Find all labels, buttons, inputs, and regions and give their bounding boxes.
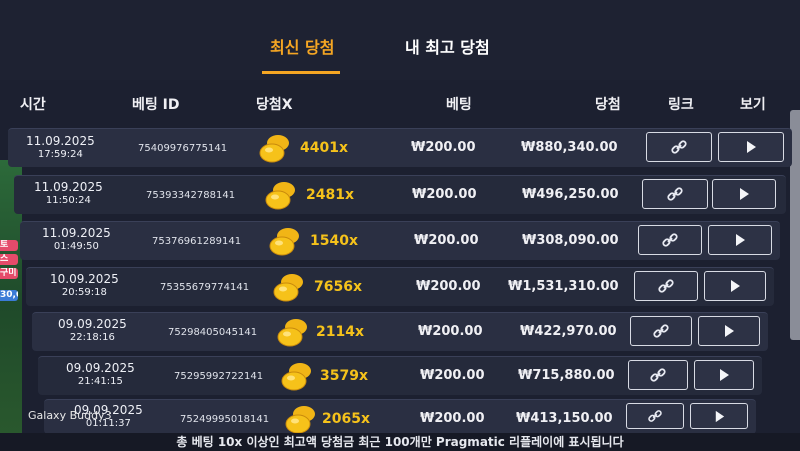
table-row: 10.09.2025 20:59:18 75355679774141 7656x … <box>26 267 774 306</box>
header-bet-id: 베팅 ID <box>132 97 180 113</box>
row-win: ₩496,250.00 <box>522 187 619 202</box>
row-bet: ₩200.00 <box>416 279 481 294</box>
view-button[interactable] <box>694 360 754 390</box>
gold-coins-icon <box>281 363 311 391</box>
row-bet-id: 75376961289141 <box>152 236 242 247</box>
play-icon <box>747 141 756 153</box>
play-icon <box>731 280 740 292</box>
gold-coins-icon <box>277 319 307 347</box>
link-button[interactable] <box>646 132 712 162</box>
tab-latest-wins[interactable]: 최신 당첨 <box>270 34 334 58</box>
link-button[interactable] <box>634 271 698 301</box>
link-chain-icon <box>662 233 678 247</box>
tab-my-best-wins[interactable]: 내 최고 당첨 <box>405 34 490 58</box>
row-date: 11.09.2025 17:59:24 <box>26 134 95 161</box>
active-tab-indicator <box>262 71 340 74</box>
gold-coins-icon <box>269 228 299 256</box>
row-date: 09.09.2025 22:18:16 <box>58 317 127 344</box>
row-win: ₩413,150.00 <box>516 411 613 426</box>
link-chain-icon <box>650 368 666 382</box>
link-button[interactable] <box>628 360 688 390</box>
row-win: ₩880,340.00 <box>521 140 618 155</box>
row-multiplier: 4401x <box>300 140 348 156</box>
row-win: ₩308,090.00 <box>522 233 619 248</box>
row-date: 11.09.2025 01:49:50 <box>42 226 111 253</box>
row-multiplier: 1540x <box>310 233 358 249</box>
header-bet: 베팅 <box>446 97 472 113</box>
gold-coins-icon <box>285 406 315 434</box>
header-multiplier: 당첨X <box>256 97 293 113</box>
link-chain-icon <box>658 279 674 293</box>
gold-coins-icon <box>265 182 295 210</box>
row-bet: ₩200.00 <box>412 187 477 202</box>
tab-bar: 최신 당첨 내 최고 당첨 <box>0 0 800 80</box>
play-icon <box>720 369 729 381</box>
row-date: 09.09.2025 21:41:15 <box>66 361 135 388</box>
play-icon <box>740 188 749 200</box>
side-tag-4: 30,0 <box>0 290 18 301</box>
row-bet: ₩200.00 <box>411 140 476 155</box>
side-tag-3: 구미 <box>0 268 18 279</box>
play-icon <box>715 410 724 422</box>
footer-notice: 총 베팅 10x 이상인 최고액 당첨금 최근 100개만 Pragmatic … <box>0 433 800 451</box>
table-header: 시간 베팅 ID 당첨X 베팅 당첨 링크 보기 <box>0 82 800 122</box>
table-row: 09.09.2025 22:18:16 75298405045141 2114x … <box>32 312 768 351</box>
row-win: ₩422,970.00 <box>520 324 617 339</box>
row-bet: ₩200.00 <box>414 233 479 248</box>
view-button[interactable] <box>708 225 772 255</box>
link-chain-icon <box>667 187 683 201</box>
row-bet: ₩200.00 <box>418 324 483 339</box>
view-button[interactable] <box>698 316 760 346</box>
row-multiplier: 7656x <box>314 279 362 295</box>
row-bet: ₩200.00 <box>420 368 485 383</box>
play-icon <box>725 325 734 337</box>
row-bet-id: 75393342788141 <box>146 190 236 201</box>
row-date: 11.09.2025 11:50:24 <box>34 180 103 207</box>
table-row: 11.09.2025 11:50:24 75393342788141 2481x … <box>14 175 786 214</box>
row-bet-id: 75249995018141 <box>180 414 270 425</box>
link-button[interactable] <box>626 403 684 429</box>
link-chain-icon <box>648 410 662 422</box>
row-multiplier: 2114x <box>316 324 364 340</box>
table-row: 09.09.2025 01:11:37 75249995018141 2065x … <box>44 399 756 434</box>
row-bet-id: 75355679774141 <box>160 282 250 293</box>
link-chain-icon <box>671 140 687 154</box>
row-bet-id: 75295992722141 <box>174 371 264 382</box>
row-bet: ₩200.00 <box>420 411 485 426</box>
row-bet-id: 75409976775141 <box>138 143 228 154</box>
header-time: 시간 <box>20 97 46 113</box>
link-button[interactable] <box>642 179 708 209</box>
side-tag-1: 토 <box>0 240 18 251</box>
header-view: 보기 <box>740 97 766 113</box>
gold-coins-icon <box>273 274 303 302</box>
row-bet-id: 75298405045141 <box>168 327 258 338</box>
row-win: ₩715,880.00 <box>518 368 615 383</box>
camera-watermark: Galaxy Buddy3 <box>28 409 112 422</box>
link-chain-icon <box>653 324 669 338</box>
view-button[interactable] <box>690 403 748 429</box>
link-button[interactable] <box>638 225 702 255</box>
row-multiplier: 2481x <box>306 187 354 203</box>
table-row: 09.09.2025 21:41:15 75295992722141 3579x … <box>38 356 762 395</box>
row-win: ₩1,531,310.00 <box>508 279 619 294</box>
row-date: 10.09.2025 20:59:18 <box>50 272 119 299</box>
play-icon <box>736 234 745 246</box>
view-button[interactable] <box>718 132 784 162</box>
view-button[interactable] <box>704 271 766 301</box>
row-multiplier: 3579x <box>320 368 368 384</box>
link-button[interactable] <box>630 316 692 346</box>
gold-coins-icon <box>259 135 289 163</box>
row-multiplier: 2065x <box>322 411 370 427</box>
view-button[interactable] <box>712 179 776 209</box>
header-win: 당첨 <box>595 97 621 113</box>
side-tag-2: 스 <box>0 254 18 265</box>
table-row: 11.09.2025 01:49:50 75376961289141 1540x … <box>20 221 780 260</box>
table-row: 11.09.2025 17:59:24 75409976775141 4401x … <box>8 128 792 167</box>
header-link: 링크 <box>668 97 694 113</box>
